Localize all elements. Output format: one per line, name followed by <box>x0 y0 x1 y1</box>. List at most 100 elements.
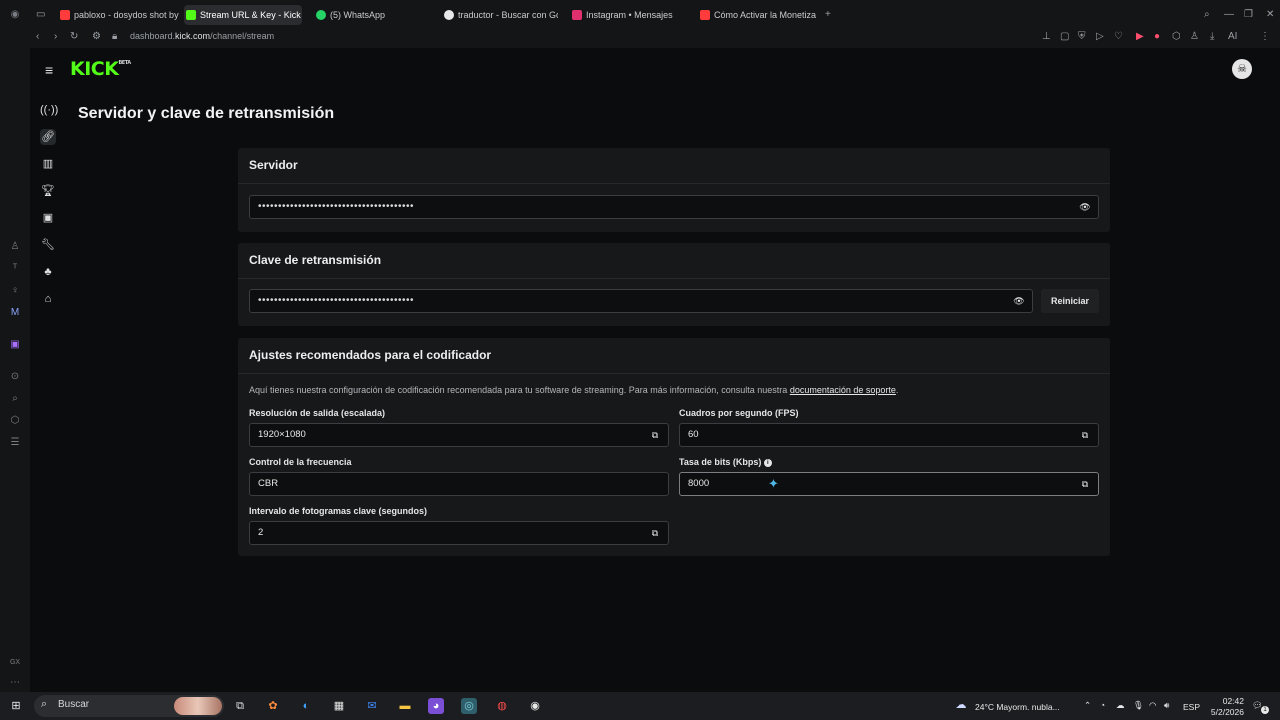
site-settings-icon[interactable]: ⚙ <box>92 31 101 42</box>
info-icon[interactable]: i <box>763 458 772 467</box>
server-title: Servidor <box>249 158 298 172</box>
minimize-icon[interactable]: — <box>1224 9 1234 20</box>
encoder-description: Aquí tienes nuestra configuración de cod… <box>249 385 899 395</box>
taskbar-search[interactable]: ⌕ Buscar <box>34 695 224 717</box>
weather-icon[interactable]: ☁ <box>953 697 969 713</box>
more-icon[interactable]: ⋯ <box>8 676 22 690</box>
resolution-field[interactable]: 1920×1080 ⧉ <box>249 423 669 447</box>
opera-gx-icon[interactable]: ◍ <box>494 698 510 714</box>
stream-key-title: Clave de retransmisión <box>249 253 382 267</box>
keyframe-field[interactable]: 2 ⧉ <box>249 521 669 545</box>
tab-whatsapp[interactable]: (5) WhatsApp <box>314 5 424 25</box>
download-icon[interactable]: ⤓ <box>1210 31 1214 42</box>
copilot-icon[interactable]: ✿ <box>265 698 281 714</box>
search-highlight-image <box>174 697 222 715</box>
sidebar-app-icon[interactable]: ♙ <box>8 240 22 254</box>
forward-icon[interactable]: › <box>54 31 57 42</box>
search-tabs-icon[interactable]: ⌕ <box>1204 9 1210 20</box>
tab-kick-stream[interactable]: Stream URL & Key - Kick D <box>184 5 302 25</box>
discord-icon[interactable]: ◕ <box>428 698 444 714</box>
trophy-icon[interactable]: 🏆︎ <box>40 183 56 199</box>
app-icon[interactable]: ◎ <box>461 698 477 714</box>
folder-icon[interactable]: ▬ <box>397 698 413 714</box>
broadcast-icon[interactable]: ((·)) <box>40 102 58 118</box>
copy-icon[interactable]: ⧉ <box>1079 429 1091 441</box>
back-icon[interactable]: ‹ <box>36 31 39 42</box>
wifi-icon[interactable]: ◠ <box>1149 700 1156 711</box>
keyframe-label: Intervalo de fotogramas clave (segundos) <box>249 506 428 516</box>
reset-key-button[interactable]: Reiniciar <box>1041 289 1099 313</box>
page-title: Servidor y clave de retransmisión <box>78 105 335 122</box>
task-view-icon[interactable]: ⧉ <box>232 698 248 714</box>
adblock-icon[interactable]: ● <box>1154 31 1160 42</box>
sidebar-app-icon[interactable]: ♀ <box>8 284 22 298</box>
volume-icon[interactable]: 🔊︎ <box>1164 700 1169 711</box>
account-icon[interactable]: ♙ <box>1190 31 1199 42</box>
extensions-icon[interactable]: ⬡ <box>8 414 22 428</box>
pin-icon[interactable]: ⊥ <box>1042 31 1051 42</box>
avatar[interactable]: ☠ <box>1232 59 1252 79</box>
tab-youtube-2[interactable]: Cómo Activar la Monetiza <box>698 5 818 25</box>
reload-icon[interactable]: ↻ <box>70 31 78 42</box>
store-icon[interactable]: ▦ <box>331 698 347 714</box>
microphone-icon[interactable]: 🎙︎ <box>1133 700 1144 711</box>
copy-icon[interactable]: ⧉ <box>649 429 661 441</box>
stream-key-field[interactable]: ••••••••••••••••••••••••••••••••••••••• … <box>249 289 1033 313</box>
link-icon[interactable]: 🔗︎ <box>40 129 56 145</box>
server-url-field[interactable]: ••••••••••••••••••••••••••••••••••••••• … <box>249 195 1099 219</box>
snapshot-icon[interactable]: ▢ <box>1060 31 1069 42</box>
chevron-up-icon[interactable]: ⌃ <box>1084 700 1091 711</box>
weather-text[interactable]: 24°C Mayorm. nubla... <box>975 702 1060 712</box>
player-icon[interactable]: ⊙ <box>8 370 22 384</box>
analytics-icon[interactable]: ▥ <box>40 156 56 172</box>
ai-icon[interactable]: AI <box>1228 31 1237 42</box>
stream-key-card: Clave de retransmisión •••••••••••••••••… <box>238 243 1110 326</box>
gx-icon[interactable]: GX <box>8 656 22 670</box>
cursor-icon: ✦ <box>768 476 779 491</box>
extensions-icon[interactable]: ⬡ <box>1172 31 1181 42</box>
shield-icon[interactable]: ⛨ <box>1078 31 1086 42</box>
instagram-icon <box>572 10 582 20</box>
bitrate-field[interactable]: 8000 ✦ ⧉ <box>679 472 1099 496</box>
tab-overview-icon[interactable]: ▭ <box>36 9 45 20</box>
copy-icon[interactable]: ⧉ <box>1079 478 1091 490</box>
tab-instagram[interactable]: Instagram • Mensajes <box>570 5 690 25</box>
history-icon[interactable]: ⌕ <box>8 392 22 406</box>
clock-time[interactable]: 02:42 <box>1208 696 1244 706</box>
restore-icon[interactable]: ❐ <box>1244 9 1253 20</box>
community-icon[interactable]: ♣ <box>40 264 56 280</box>
windows-start-icon[interactable]: ⊞ <box>8 698 24 714</box>
kick-logo[interactable]: KICKBETA <box>70 58 131 80</box>
favorites-icon[interactable]: ♡ <box>1114 31 1123 42</box>
obs-icon[interactable]: ◉ <box>527 698 543 714</box>
eye-icon[interactable]: 👁︎ <box>1013 295 1025 307</box>
edge-icon[interactable]: ◐ <box>298 698 314 714</box>
twitch-icon[interactable]: ▣ <box>8 338 22 352</box>
copy-icon[interactable]: ⧉ <box>649 527 661 539</box>
rate-control-field[interactable]: CBR <box>249 472 669 496</box>
mail-icon[interactable]: ✉ <box>364 698 380 714</box>
tray-icon[interactable]: ☁ <box>1116 700 1125 711</box>
tools-icon[interactable]: ⌂ <box>40 291 56 307</box>
hamburger-menu-icon[interactable]: ≡ <box>45 62 53 78</box>
eye-icon[interactable]: 👁︎ <box>1079 201 1091 213</box>
tray-icon[interactable]: ◔ <box>1100 700 1105 710</box>
player-extension-icon[interactable]: ▶ <box>1136 31 1144 42</box>
tab-youtube[interactable]: pabloxo - dosydos shot by <box>58 5 203 25</box>
support-docs-link[interactable]: documentación de soporte <box>790 385 896 395</box>
language-indicator[interactable]: ESP <box>1183 702 1200 712</box>
close-window-icon[interactable]: ✕ <box>1266 9 1274 20</box>
url-field[interactable]: dashboard.kick.com/channel/stream <box>130 31 274 41</box>
send-icon[interactable]: ▷ <box>1096 31 1104 42</box>
browser-menu-icon[interactable]: ⋮ <box>1260 31 1270 42</box>
browser-menu-icon[interactable]: ◉ <box>8 8 22 22</box>
messenger-icon[interactable]: M <box>8 306 22 320</box>
clock-date[interactable]: 5/2/2026 <box>1203 707 1244 717</box>
fps-field[interactable]: 60 ⧉ <box>679 423 1099 447</box>
new-tab-button[interactable]: + <box>825 9 831 20</box>
wrench-icon[interactable]: 🔧︎ <box>40 237 56 253</box>
sidebar-app-icon[interactable]: ᵀ <box>8 262 22 276</box>
tab-google[interactable]: traductor - Buscar con Go <box>442 5 558 25</box>
video-icon[interactable]: ▣ <box>40 210 56 226</box>
sidebar-app-icon[interactable]: ☰ <box>8 436 22 450</box>
